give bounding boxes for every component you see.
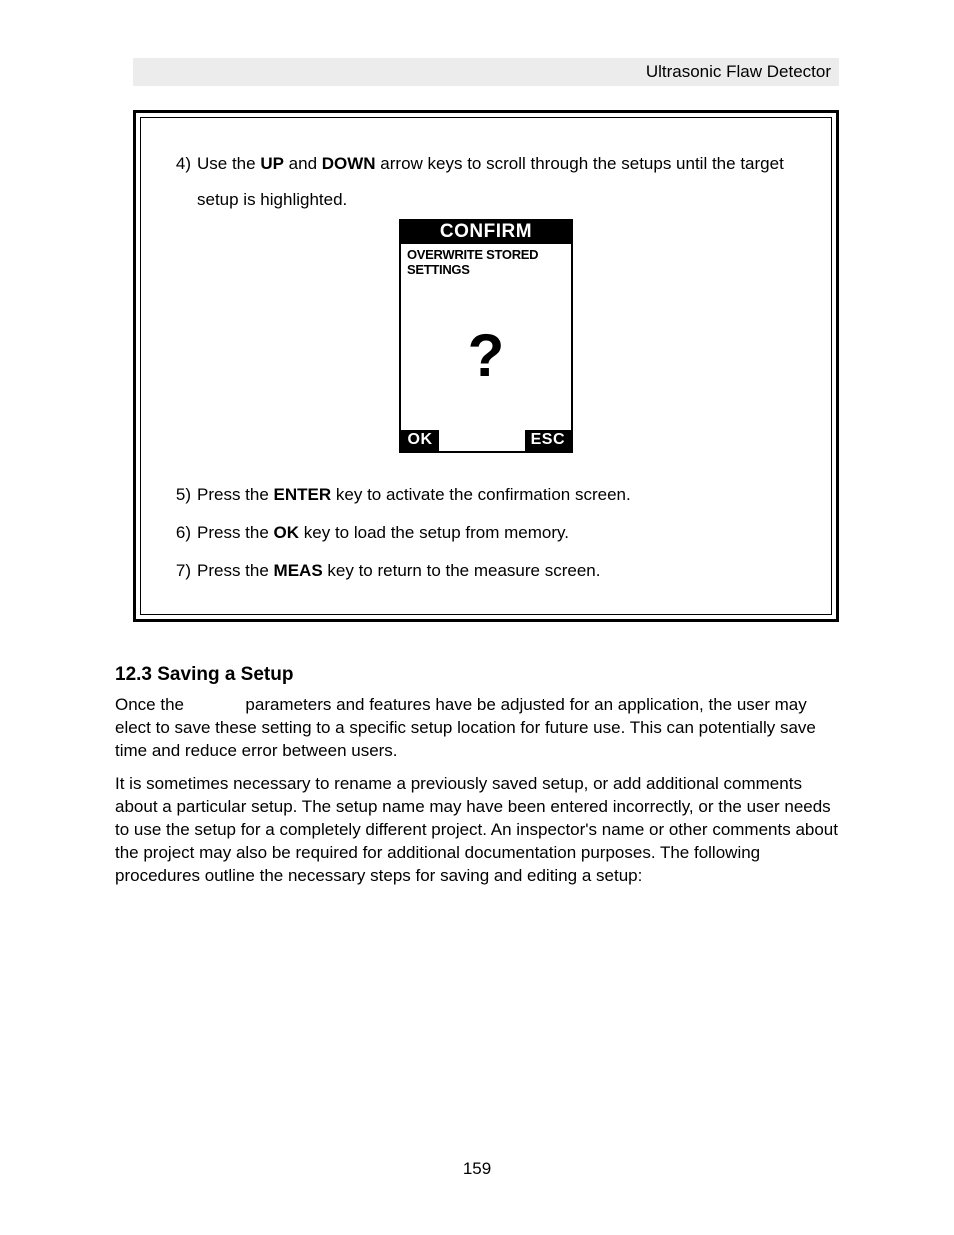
header-bar: Ultrasonic Flaw Detector bbox=[133, 58, 839, 86]
t: Once the bbox=[115, 695, 189, 714]
step-number: 5) bbox=[169, 477, 197, 513]
dialog-body: ? bbox=[401, 280, 571, 430]
t: key to activate the confirmation screen. bbox=[331, 485, 631, 504]
step-number: 4) bbox=[169, 146, 197, 217]
page-number: 159 bbox=[0, 1159, 954, 1179]
dialog-message-l2: SETTINGS bbox=[407, 263, 565, 278]
dialog-figure: CONFIRM OVERWRITE STORED SETTINGS ? OK E… bbox=[169, 219, 803, 453]
step-6: 6) Press the OK key to load the setup fr… bbox=[169, 515, 803, 551]
dialog-message-l1: OVERWRITE STORED bbox=[407, 248, 565, 263]
t: key to load the setup from memory. bbox=[299, 523, 569, 542]
step-number: 7) bbox=[169, 553, 197, 589]
key-down: DOWN bbox=[322, 154, 376, 173]
step-7: 7) Press the MEAS key to return to the m… bbox=[169, 553, 803, 589]
section-heading: 12.3 Saving a Setup bbox=[115, 664, 839, 686]
t: Press the bbox=[197, 485, 274, 504]
key-up: UP bbox=[260, 154, 284, 173]
dialog-buttons: OK ESC bbox=[401, 430, 571, 451]
key-ok: OK bbox=[274, 523, 300, 542]
step-body: Press the ENTER key to activate the conf… bbox=[197, 477, 803, 513]
t: Use the bbox=[197, 154, 260, 173]
paragraph-1: Once the parameters and features have be… bbox=[115, 694, 839, 763]
ok-button[interactable]: OK bbox=[401, 430, 439, 451]
step-5: 5) Press the ENTER key to activate the c… bbox=[169, 477, 803, 513]
paragraph-2: It is sometimes necessary to rename a pr… bbox=[115, 773, 839, 888]
confirm-dialog: CONFIRM OVERWRITE STORED SETTINGS ? OK E… bbox=[399, 219, 573, 453]
step-body: Use the UP and DOWN arrow keys to scroll… bbox=[197, 146, 803, 217]
step-body: Press the OK key to load the setup from … bbox=[197, 515, 803, 551]
page: Ultrasonic Flaw Detector 4) Use the UP a… bbox=[0, 0, 954, 1235]
key-enter: ENTER bbox=[274, 485, 332, 504]
step-number: 6) bbox=[169, 515, 197, 551]
dialog-title: CONFIRM bbox=[401, 221, 571, 244]
t: key to return to the measure screen. bbox=[323, 561, 601, 580]
esc-button[interactable]: ESC bbox=[525, 430, 571, 451]
t: Press the bbox=[197, 523, 274, 542]
step-body: Press the MEAS key to return to the meas… bbox=[197, 553, 803, 589]
instruction-box-outer: 4) Use the UP and DOWN arrow keys to scr… bbox=[133, 110, 839, 622]
key-meas: MEAS bbox=[274, 561, 323, 580]
instruction-box-inner: 4) Use the UP and DOWN arrow keys to scr… bbox=[140, 117, 832, 615]
blank-space bbox=[189, 695, 241, 714]
t: and bbox=[284, 154, 322, 173]
dialog-message: OVERWRITE STORED SETTINGS bbox=[401, 244, 571, 280]
step-4: 4) Use the UP and DOWN arrow keys to scr… bbox=[169, 146, 803, 217]
question-mark-icon: ? bbox=[468, 321, 505, 390]
header-title: Ultrasonic Flaw Detector bbox=[646, 62, 831, 82]
t: Press the bbox=[197, 561, 274, 580]
